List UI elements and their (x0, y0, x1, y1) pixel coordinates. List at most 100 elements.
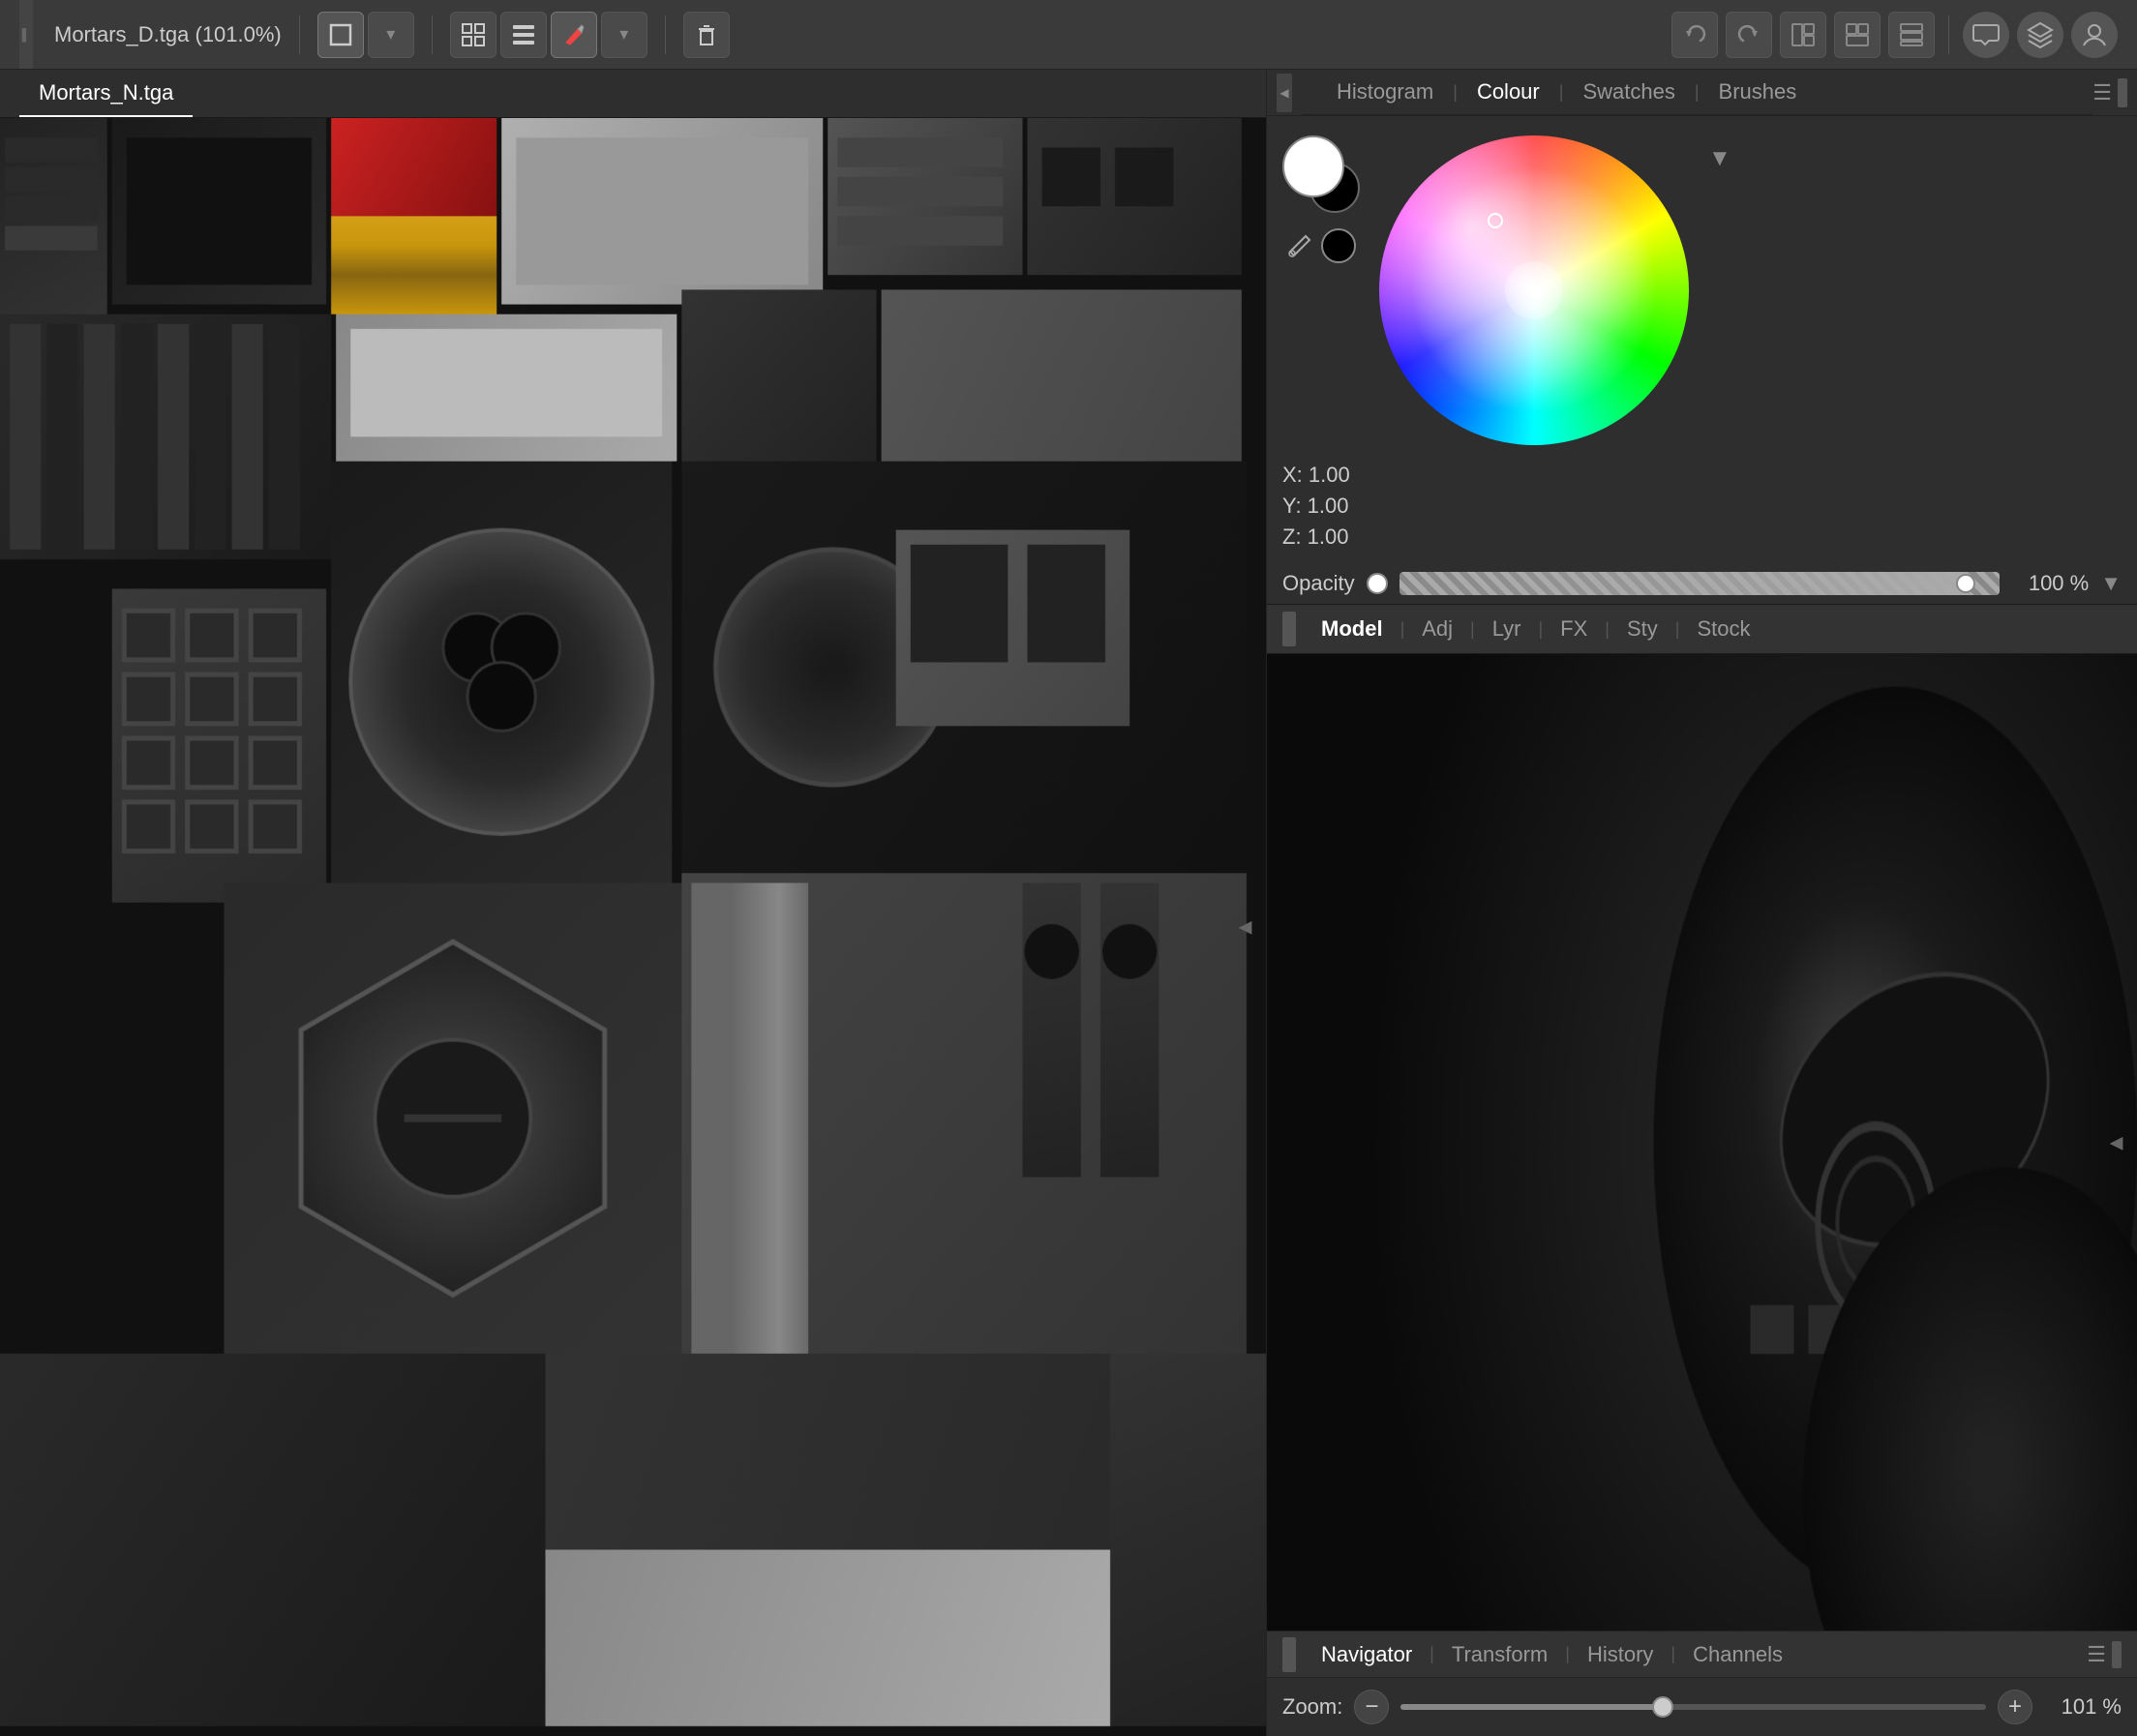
layout-button-2[interactable] (1834, 12, 1881, 58)
navigator-menu-button[interactable]: ☰ (2087, 1642, 2106, 1667)
opacity-slider-thumb[interactable] (1956, 574, 1975, 593)
shape-tools-group: ▾ (317, 12, 414, 58)
current-color-dot[interactable] (1321, 228, 1356, 263)
color-wheel[interactable] (1379, 135, 1689, 445)
color-tab-brushes[interactable]: Brushes (1700, 70, 1817, 114)
trash-icon (693, 21, 720, 48)
zoom-plus-button[interactable]: + (1998, 1690, 2032, 1724)
opacity-preview-dot (1367, 573, 1388, 594)
nav-tab-channels[interactable]: Channels (1675, 1631, 1800, 1677)
brush-dropdown-button[interactable]: ▾ (601, 12, 647, 58)
nav-tab-transform[interactable]: Transform (1434, 1631, 1565, 1677)
toolbar-separator-2 (432, 15, 433, 54)
brush-tool-button[interactable] (551, 12, 597, 58)
color-tab-histogram[interactable]: Histogram (1317, 70, 1453, 114)
user-profile-button[interactable] (2071, 12, 2118, 58)
navigator-collapse-handle[interactable] (2112, 1641, 2122, 1668)
layers-panel-icon (2026, 20, 2055, 49)
color-tab-swatches[interactable]: Swatches (1563, 70, 1694, 114)
color-y-value-row: Y: 1.00 (1282, 494, 2122, 519)
opacity-slider[interactable] (1400, 572, 2001, 595)
color-z-label: Z: 1.00 (1282, 524, 1348, 550)
opacity-slider-fill (1400, 572, 1971, 595)
brush-dropdown-icon: ▾ (619, 24, 628, 45)
dropdown-arrow-icon: ▾ (386, 24, 395, 45)
wheel-center (1505, 261, 1563, 319)
redo-button[interactable] (1726, 12, 1772, 58)
paint-tools-group: ▾ (450, 12, 647, 58)
toolbar-right-group (1671, 12, 2118, 58)
zoom-slider[interactable] (1400, 1704, 1986, 1710)
zoom-minus-button[interactable]: − (1354, 1690, 1389, 1724)
user-profile-icon (2080, 20, 2109, 49)
navigator-tabs: Navigator | Transform | History | Channe… (1267, 1631, 2137, 1678)
opacity-row: Opacity 100 % ▼ (1267, 563, 2137, 604)
zoom-label: Zoom: (1282, 1694, 1342, 1720)
canvas-tab-mortars-n[interactable]: Mortars_N.tga (19, 70, 193, 117)
color-wheel-collapse-button[interactable]: ▼ (1708, 145, 1731, 172)
layers-panel-button[interactable] (2017, 12, 2063, 58)
navigator-panel-collapse[interactable] (1282, 1637, 1296, 1672)
zoom-value: 101 % (2044, 1694, 2122, 1720)
color-picker-tools (1282, 228, 1360, 263)
color-y-label: Y: 1.00 (1282, 494, 1349, 519)
color-values: X: 1.00 Y: 1.00 Z: 1.00 (1267, 455, 2137, 563)
nav-tab-history[interactable]: History (1570, 1631, 1670, 1677)
texture-canvas[interactable] (0, 118, 1266, 1736)
layer-tabs: Model | Adj | Lyr | FX | Sty | Stock (1267, 604, 2137, 654)
canvas-tabs: Mortars_N.tga (0, 70, 1266, 118)
redo-icon (1735, 21, 1762, 48)
right-panel: ◀ Histogram | Colour | Swatches | Brushe… (1266, 70, 2137, 1736)
3d-viewport-canvas[interactable] (1267, 654, 2137, 1631)
layer-tab-model[interactable]: Model (1304, 605, 1400, 653)
undo-button[interactable] (1671, 12, 1718, 58)
layer-tab-sty[interactable]: Sty (1610, 605, 1675, 653)
layer-tab-lyr[interactable]: Lyr (1475, 605, 1539, 653)
layers-view-button[interactable] (500, 12, 547, 58)
layout-button-3[interactable] (1888, 12, 1935, 58)
color-x-label: X: 1.00 (1282, 463, 1350, 488)
profile-icons-group (1963, 12, 2118, 58)
layout-1-icon (1790, 21, 1817, 48)
opacity-value: 100 % (2011, 571, 2089, 596)
zoom-row: Zoom: − + 101 % (1267, 1678, 2137, 1736)
navigator-section: Navigator | Transform | History | Channe… (1267, 1631, 2137, 1736)
square-tool-button[interactable] (317, 12, 364, 58)
toolbar-separator-3 (665, 15, 666, 54)
3d-viewport[interactable]: ◀ (1267, 654, 2137, 1631)
foreground-color-swatch[interactable] (1282, 135, 1344, 197)
eyedropper-icon (1286, 232, 1313, 259)
chat-icon (1971, 20, 2001, 49)
tool-dropdown-button[interactable]: ▾ (368, 12, 414, 58)
panel-menu-button[interactable]: ☰ (2092, 80, 2112, 105)
color-tab-colour[interactable]: Colour (1458, 70, 1559, 114)
eyedropper-tool-button[interactable] (1282, 228, 1317, 263)
foreground-background-swatches (1282, 135, 1360, 213)
color-wheel-cursor[interactable] (1488, 213, 1503, 228)
undo-icon (1681, 21, 1708, 48)
layout-button-1[interactable] (1780, 12, 1826, 58)
zoom-slider-fill (1400, 1704, 1664, 1710)
layer-tab-adj[interactable]: Adj (1404, 605, 1470, 653)
color-tabs: Histogram | Colour | Swatches | Brushes (1302, 70, 2092, 115)
chat-button[interactable] (1963, 12, 2009, 58)
layer-tab-fx[interactable]: FX (1543, 605, 1605, 653)
delete-button[interactable] (683, 12, 730, 58)
color-wheel-overlay (1379, 135, 1689, 445)
canvas-viewport[interactable]: ◀ (0, 118, 1266, 1736)
panel-collapse-handle[interactable] (2118, 78, 2127, 107)
opacity-dropdown-button[interactable]: ▼ (2100, 571, 2122, 596)
color-swatches-left (1282, 135, 1360, 263)
square-tool-icon (327, 21, 354, 48)
nav-tab-navigator[interactable]: Navigator (1304, 1631, 1430, 1677)
color-wheel-area: ▼ (1267, 116, 2137, 455)
grid-view-button[interactable] (450, 12, 497, 58)
canvas-edge-indicator: ◀ (1235, 917, 1256, 938)
right-panel-collapse-button[interactable]: ◀ (1277, 74, 1292, 112)
zoom-slider-thumb[interactable] (1652, 1696, 1673, 1718)
top-toolbar: ▌ Mortars_D.tga (101.0%) ▾ (0, 0, 2137, 70)
app-title: Mortars_D.tga (101.0%) (54, 22, 282, 47)
layer-tab-stock[interactable]: Stock (1679, 605, 1767, 653)
panel-collapse-left[interactable]: ▌ (19, 0, 33, 69)
layer-panel-collapse[interactable] (1282, 612, 1296, 646)
